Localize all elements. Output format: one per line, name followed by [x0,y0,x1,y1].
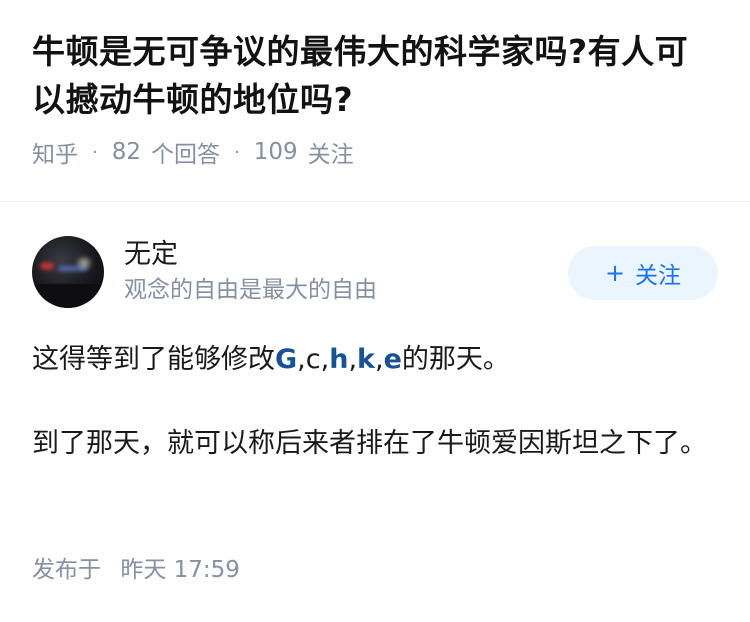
plus-icon: + [604,259,626,287]
divider [0,201,750,202]
question-header: 牛顿是无可争议的最伟大的科学家吗?有人可以撼动牛顿的地位吗? 知乎 · 82 个… [0,0,750,170]
paragraph-text: 这得等到了能够修改 [32,344,275,375]
constant-g: G [275,344,298,375]
follow-button[interactable]: + 关注 [568,246,718,300]
followers-label: 关注 [307,142,354,168]
constant-e: e [383,344,402,375]
author-bio: 观念的自由是最大的自由 [124,277,377,303]
publish-info: 发布于 昨天 17:59 [32,552,240,588]
avatar-light [40,262,54,270]
avatar-light [78,258,90,268]
source-label: 知乎 [32,142,78,168]
avatar-ground [32,284,104,308]
constant-k: k [357,344,376,375]
comma: , [348,344,358,375]
question-meta: 知乎 · 82 个回答 · 109 关注 [32,134,718,170]
comma: , [320,344,330,375]
follow-button-label: 关注 [635,263,682,289]
separator-dot: · [234,141,240,163]
answer-content: 这得等到了能够修改G,c,h,k,e的那天。 到了那天，就可以称后来者排在了牛顿… [32,334,718,470]
answer-card: 无定 观念的自由是最大的自由 + 关注 这得等到了能够修改G,c,h,k,e的那… [32,236,718,502]
avatar[interactable] [32,236,104,308]
answers-count: 82 [111,139,142,165]
publish-label: 发布于 [32,557,101,583]
constant-h: h [329,344,349,375]
comma: , [375,344,384,375]
answer-paragraph-2: 到了那天，就可以称后来者排在了牛顿爱因斯坦之下了。 [32,428,707,459]
question-title[interactable]: 牛顿是无可争议的最伟大的科学家吗?有人可以撼动牛顿的地位吗? [32,28,718,124]
author-row: 无定 观念的自由是最大的自由 + 关注 [32,236,718,308]
author-info: 无定 观念的自由是最大的自由 [124,237,568,307]
answers-label: 个回答 [151,142,221,168]
constant-c: c [305,344,321,375]
comma: , [297,344,306,375]
answer-paragraph-1: 这得等到了能够修改G,c,h,k,e的那天。 [32,334,718,386]
separator-dot: · [92,141,98,163]
followers-count: 109 [253,139,298,165]
publish-time: 昨天 17:59 [120,557,240,583]
author-name[interactable]: 无定 [124,237,568,273]
paragraph-text: 的那天。 [401,344,510,375]
